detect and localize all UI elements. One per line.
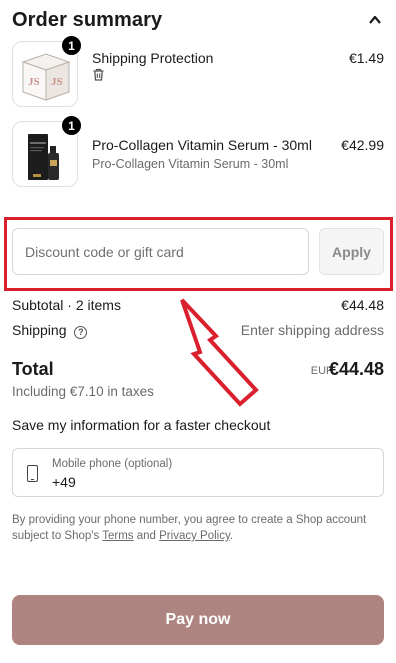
total-amount: €44.48 [328, 359, 384, 379]
annotation-arrow [180, 298, 259, 407]
mobile-phone-label: Mobile phone (optional) [52, 458, 173, 470]
mobile-phone-value[interactable]: +49 [52, 474, 76, 490]
logo-mark-right: JS [51, 76, 63, 88]
terms-link[interactable]: Terms [102, 530, 133, 542]
terms-and: and [136, 530, 156, 542]
order-summary-title: Order summary [12, 9, 163, 31]
item-variant: Pro-Collagen Vitamin Serum - 30ml [92, 157, 289, 171]
item-price: €42.99 [341, 137, 384, 153]
item-name: Pro-Collagen Vitamin Serum - 30ml [92, 137, 312, 153]
pay-now-button[interactable]: Pay now [12, 595, 384, 645]
item-price: €1.49 [348, 50, 384, 66]
logo-mark-left: JS [28, 76, 40, 88]
privacy-policy-link[interactable]: Privacy Policy [159, 530, 230, 542]
mobile-phone-icon [27, 465, 38, 482]
save-info-heading: Save my information for a faster checkou… [12, 417, 271, 433]
taxes-note: Including €7.10 in taxes [12, 384, 154, 399]
shipping-label: Shipping [12, 322, 67, 338]
terms-period: . [229, 530, 234, 542]
discount-code-input[interactable] [12, 228, 309, 275]
shipping-label-group: Shipping ? [12, 322, 88, 339]
apply-button[interactable]: Apply [319, 228, 384, 275]
item-name: Shipping Protection [92, 50, 214, 66]
total-label: Total [12, 359, 54, 379]
quantity-badge: 1 [61, 115, 82, 136]
line-item: JS JS 1 Shipping Protection €1.49 [12, 35, 384, 107]
chevron-up-icon[interactable] [368, 13, 382, 27]
order-summary-header[interactable]: Order summary [12, 8, 384, 34]
quantity-badge: 1 [61, 35, 82, 56]
terms-notice: By providing your phone number, you agre… [12, 512, 384, 544]
info-icon[interactable]: ? [74, 326, 88, 339]
subtotal-label: Subtotal · 2 items [12, 297, 121, 313]
trash-icon[interactable] [92, 68, 105, 81]
line-item: 1 Pro-Collagen Vitamin Serum - 30ml Pro-… [12, 115, 384, 187]
mobile-phone-field[interactable]: Mobile phone (optional) +49 [12, 448, 384, 497]
subtotal-value: €44.48 [341, 297, 384, 313]
